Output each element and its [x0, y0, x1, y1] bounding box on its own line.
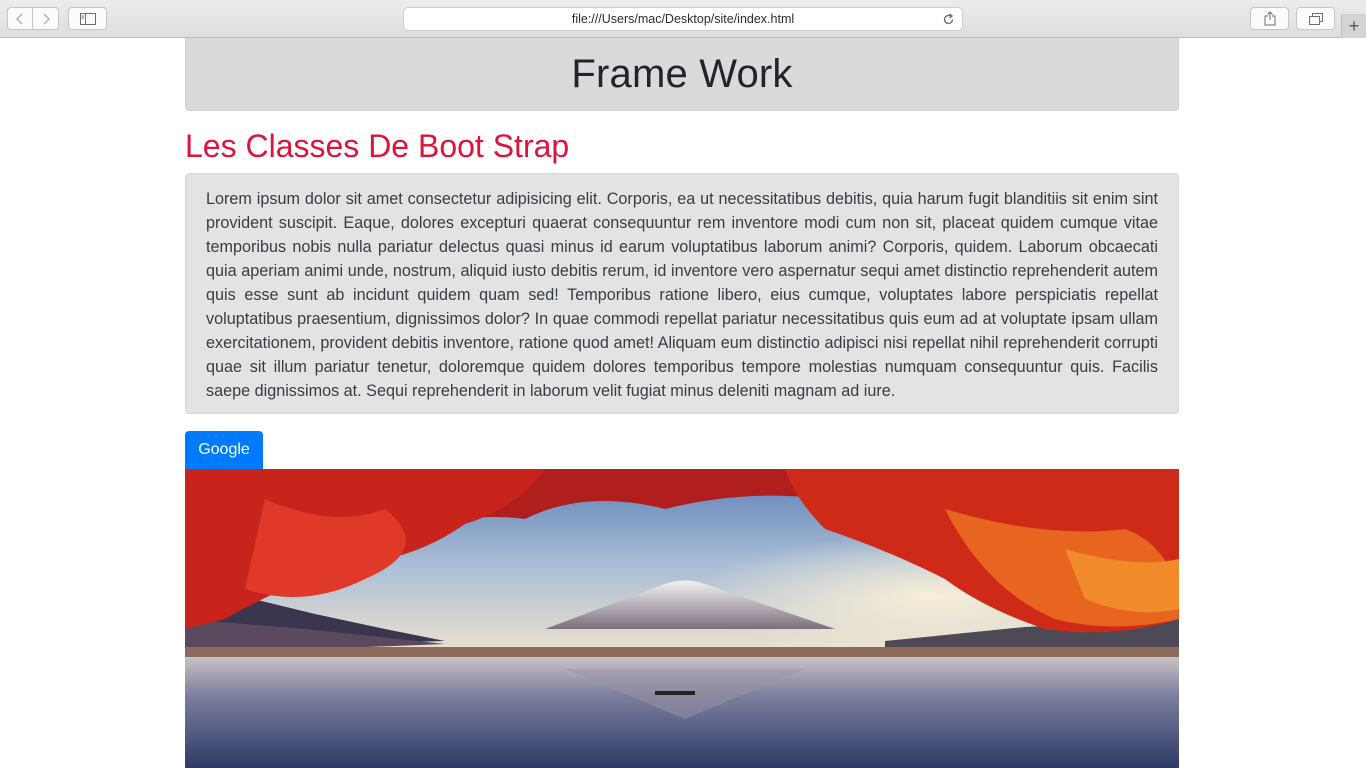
sidebar-button[interactable]	[68, 7, 107, 30]
lorem-paragraph: Lorem ipsum dolor sit amet consectetur a…	[206, 190, 1158, 400]
reload-icon	[943, 12, 953, 24]
google-button[interactable]: Google	[185, 431, 263, 469]
section-title: Les Classes De Boot Strap	[185, 128, 570, 164]
text-well: Lorem ipsum dolor sit amet consectetur a…	[185, 173, 1179, 414]
mount-fuji-autumn-image	[185, 469, 1179, 768]
page-container: Frame Work Les Classes De Boot Strap Lor…	[185, 38, 1179, 469]
new-tab-button[interactable]: +	[1341, 14, 1366, 38]
plus-icon: +	[1348, 15, 1360, 36]
share-button[interactable]	[1250, 7, 1289, 30]
chevron-left-icon	[15, 12, 23, 25]
address-bar[interactable]: file:///Users/mac/Desktop/site/index.htm…	[403, 7, 963, 31]
nav-buttons	[7, 7, 59, 30]
reload-button[interactable]	[940, 11, 956, 27]
browser-toolbar: file:///Users/mac/Desktop/site/index.htm…	[0, 0, 1366, 38]
chevron-right-icon	[42, 12, 50, 25]
share-icon	[1264, 11, 1275, 26]
tabs-overview-icon	[1308, 12, 1323, 25]
jumbotron: Frame Work	[185, 38, 1179, 111]
back-button[interactable]	[7, 7, 33, 30]
url-text: file:///Users/mac/Desktop/site/index.htm…	[571, 12, 795, 26]
jumbotron-title: Frame Work	[571, 51, 793, 96]
forward-button[interactable]	[33, 7, 59, 30]
tabs-overview-button[interactable]	[1296, 7, 1335, 30]
landscape-image	[185, 469, 1179, 768]
sidebar-icon	[79, 12, 96, 25]
